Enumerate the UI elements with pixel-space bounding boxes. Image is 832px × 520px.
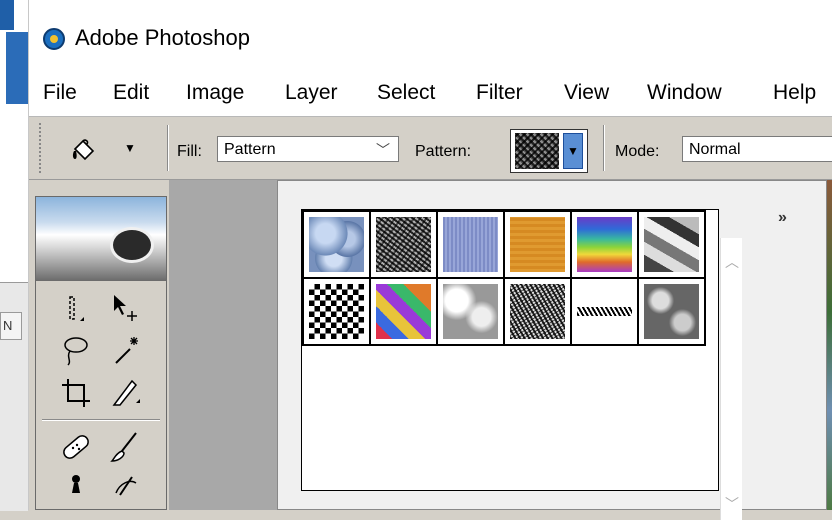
- pattern-swatch-stone[interactable]: [637, 210, 706, 279]
- menu-view[interactable]: View: [564, 81, 609, 105]
- marquee-tool-icon[interactable]: [56, 289, 96, 329]
- scroll-up-icon[interactable]: ︿: [725, 252, 739, 272]
- pattern-swatch-tie-dye[interactable]: [503, 210, 572, 279]
- menu-image[interactable]: Image: [186, 81, 244, 105]
- pattern-swatch-confetti[interactable]: [369, 277, 438, 346]
- pattern-grid-scrollbar[interactable]: ︿ ﹀: [720, 238, 742, 520]
- pattern-preview-swatch[interactable]: [515, 133, 559, 169]
- pattern-swatch-wrinkles[interactable]: [369, 210, 438, 279]
- stamp-tool-icon[interactable]: [56, 469, 96, 509]
- menu-layer[interactable]: Layer: [285, 81, 338, 105]
- brush-tool-icon[interactable]: [106, 427, 146, 467]
- menu-filter[interactable]: Filter: [476, 81, 523, 105]
- pattern-grid: ︿ ﹀: [301, 209, 742, 520]
- toolbox-banner-image[interactable]: [36, 197, 166, 281]
- options-bar: ▼ Fill: Pattern ﹀ Pattern: ▼ Mode: Norma…: [29, 117, 832, 180]
- crop-tool-icon[interactable]: [56, 373, 96, 413]
- mode-select[interactable]: Normal: [682, 136, 832, 162]
- options-bar-grip[interactable]: [39, 123, 45, 173]
- menu-bar: File Edit Image Layer Select Filter View…: [29, 76, 832, 117]
- window-title: Adobe Photoshop: [75, 25, 250, 50]
- photoshop-eye-icon: [43, 28, 65, 50]
- fill-select-value: Pattern: [224, 141, 276, 158]
- pattern-dropdown-arrow-icon[interactable]: ▼: [563, 133, 583, 169]
- pattern-swatch-zig-zag[interactable]: [570, 277, 639, 346]
- title-bar: Adobe Photoshop: [29, 0, 832, 76]
- lasso-tool-icon[interactable]: [56, 331, 96, 371]
- menu-select[interactable]: Select: [377, 81, 435, 105]
- pattern-swatch-molecular[interactable]: [637, 277, 706, 346]
- menu-edit[interactable]: Edit: [113, 81, 149, 105]
- menu-file[interactable]: File: [43, 81, 77, 105]
- pattern-swatch-woven[interactable]: [436, 210, 505, 279]
- pattern-swatch-rainbow[interactable]: [570, 210, 639, 279]
- menu-window[interactable]: Window: [647, 81, 722, 105]
- pattern-swatch-clouds[interactable]: [436, 277, 505, 346]
- pattern-swatch-checkerboard[interactable]: [302, 277, 371, 346]
- healing-brush-tool-icon[interactable]: [56, 427, 96, 467]
- palette-menu-button[interactable]: »: [778, 209, 787, 227]
- chevron-down-icon: ﹀: [376, 142, 390, 158]
- options-divider: [603, 125, 605, 171]
- paint-bucket-icon[interactable]: [71, 137, 97, 163]
- document-image-edge: [827, 180, 832, 510]
- canvas-area[interactable]: [169, 180, 293, 510]
- pattern-swatch-bubbles[interactable]: [302, 210, 371, 279]
- photoshop-window: Adobe Photoshop File Edit Image Layer Se…: [28, 0, 832, 520]
- background-window-titlebar: [6, 32, 28, 104]
- fill-label: Fill:: [177, 143, 202, 160]
- tool-preset-dropdown-icon[interactable]: ▼: [124, 141, 136, 155]
- mode-select-value: Normal: [689, 141, 741, 158]
- pattern-picker-popup: » ︿ ﹀: [277, 180, 827, 520]
- slice-tool-icon[interactable]: [106, 373, 146, 413]
- scroll-down-icon[interactable]: ﹀: [725, 494, 739, 514]
- move-tool-icon[interactable]: [106, 289, 146, 329]
- toolbox-panel: [35, 196, 167, 510]
- eye-logo-icon: [110, 227, 154, 263]
- history-brush-tool-icon[interactable]: [106, 469, 146, 509]
- fill-select[interactable]: Pattern ﹀: [217, 136, 399, 162]
- menu-help[interactable]: Help: [773, 81, 816, 105]
- mode-label: Mode:: [615, 143, 660, 160]
- background-window-edge: N: [0, 0, 28, 511]
- background-window-icon: [0, 0, 14, 30]
- magic-wand-tool-icon[interactable]: [106, 331, 146, 371]
- options-divider: [167, 125, 169, 171]
- pattern-picker[interactable]: ▼: [510, 129, 588, 173]
- pattern-label: Pattern:: [415, 143, 472, 160]
- pattern-swatch-gravel[interactable]: [503, 277, 572, 346]
- toolbox-divider: [42, 419, 160, 421]
- background-window-tab: N: [0, 312, 22, 340]
